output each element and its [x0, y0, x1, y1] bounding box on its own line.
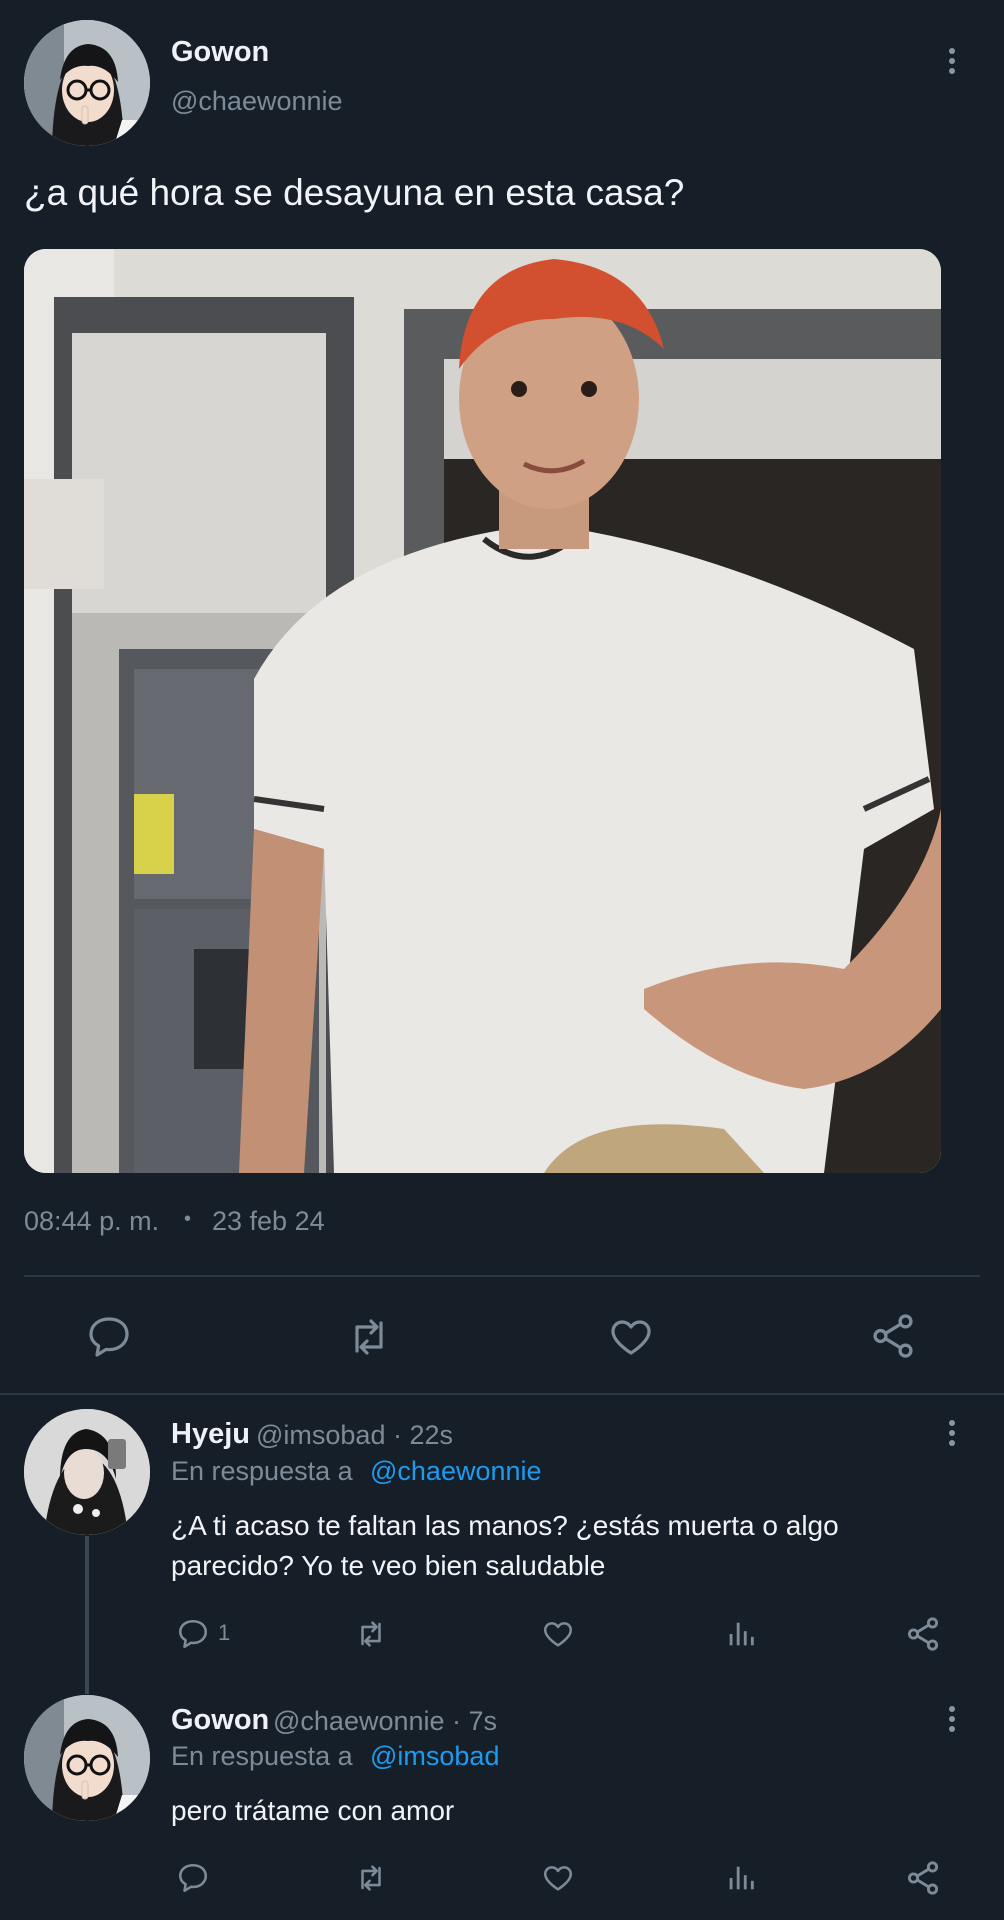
divider: [0, 1393, 1004, 1395]
share-icon[interactable]: [868, 1311, 918, 1361]
retweet-icon[interactable]: [352, 1617, 390, 1651]
tweet-text: ¿a qué hora se desayuna en esta casa?: [24, 172, 685, 213]
tweet-time: 08:44 p. m.: [24, 1206, 160, 1236]
avatar-photo: [24, 1695, 150, 1821]
avatar-photo: [24, 20, 150, 146]
reply-author-name[interactable]: Gowon: [171, 1704, 269, 1737]
reply-count: 1: [218, 1620, 231, 1645]
more-options-icon[interactable]: [947, 1706, 957, 1736]
reply-text-line: ¿A ti acaso te faltan las manos? ¿estás …: [171, 1510, 839, 1541]
avatar-photo: [24, 1409, 150, 1535]
like-icon[interactable]: [540, 1861, 576, 1895]
analytics-icon[interactable]: [724, 1617, 758, 1651]
in-reply-to-label: En respuesta a: [171, 1456, 353, 1486]
photo-illustration: [24, 249, 941, 1173]
like-icon[interactable]: [540, 1617, 576, 1651]
share-icon[interactable]: [904, 1615, 942, 1653]
share-icon[interactable]: [904, 1859, 942, 1897]
tweet-date: 23 feb 24: [212, 1206, 325, 1236]
more-options-icon[interactable]: [947, 48, 957, 78]
avatar[interactable]: [24, 1695, 150, 1821]
divider: [24, 1275, 980, 1277]
avatar[interactable]: [24, 20, 150, 146]
reply-text-line: pero trátame con amor: [171, 1795, 455, 1826]
avatar[interactable]: [24, 1409, 150, 1535]
author-handle[interactable]: @chaewonnie: [171, 86, 343, 117]
reply-meta: @chaewonnie · 7s: [273, 1706, 498, 1736]
retweet-icon[interactable]: [343, 1313, 395, 1361]
retweet-icon[interactable]: [352, 1861, 390, 1895]
thread-line: [85, 1536, 89, 1694]
timestamp-separator: •: [184, 1208, 192, 1230]
reply-icon[interactable]: [85, 1313, 133, 1361]
in-reply-to-handle[interactable]: @chaewonnie: [370, 1456, 542, 1487]
reply-meta: @imsobad · 22s: [256, 1420, 453, 1450]
author-name[interactable]: Gowon: [171, 36, 269, 69]
reply-icon[interactable]: [176, 1861, 210, 1895]
reply-icon[interactable]: [176, 1617, 210, 1651]
reply-text-line: parecido? Yo te veo bien saludable: [171, 1550, 606, 1581]
in-reply-to-handle[interactable]: @imsobad: [370, 1741, 499, 1772]
reply-author-name[interactable]: Hyeju: [171, 1418, 250, 1451]
more-options-icon[interactable]: [947, 1420, 957, 1450]
in-reply-to-label: En respuesta a: [171, 1741, 353, 1771]
like-icon[interactable]: [607, 1313, 655, 1361]
tweet-media-photo[interactable]: [24, 249, 941, 1173]
analytics-icon[interactable]: [724, 1861, 758, 1895]
